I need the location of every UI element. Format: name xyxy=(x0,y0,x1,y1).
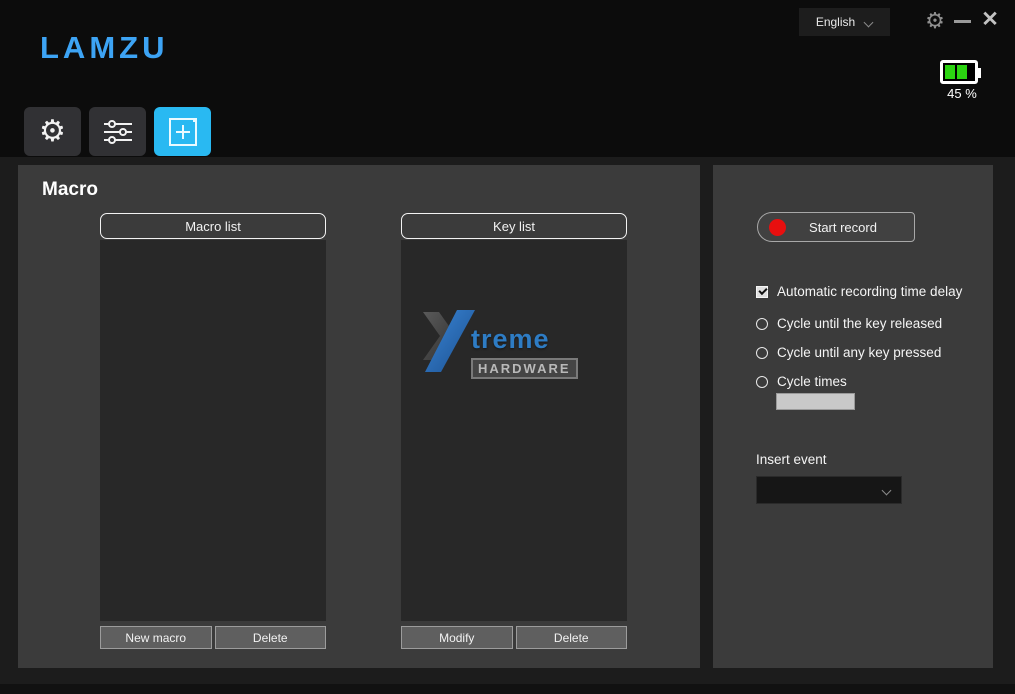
macro-list-column: Macro list New macro Delete xyxy=(100,213,326,649)
titlebar: LAMZU English ⚙ ✕ 45 % ⚙ xyxy=(0,0,1015,157)
sliders-icon xyxy=(103,118,133,146)
cycle-times-input[interactable] xyxy=(776,393,855,410)
macro-list[interactable] xyxy=(100,240,326,621)
tab-performance[interactable] xyxy=(89,107,146,156)
tab-macro[interactable] xyxy=(154,107,211,156)
content-area: Macro Macro list New macro Delete Key li… xyxy=(0,157,1015,684)
key-list-header: Key list xyxy=(401,213,627,239)
macro-list-header: Macro list xyxy=(100,213,326,239)
record-dot-icon xyxy=(769,219,786,236)
gear-icon[interactable]: ⚙ xyxy=(922,6,948,36)
delete-key-button[interactable]: Delete xyxy=(516,626,628,649)
radio-icon xyxy=(756,318,768,330)
page-title: Macro xyxy=(42,179,98,201)
radio-label: Cycle until the key released xyxy=(777,316,942,331)
tab-settings[interactable]: ⚙ xyxy=(24,107,81,156)
auto-delay-checkbox[interactable]: Automatic recording time delay xyxy=(756,284,962,299)
chevron-down-icon xyxy=(865,18,873,26)
radio-cycle-until-released[interactable]: Cycle until the key released xyxy=(756,316,942,331)
footer-strip xyxy=(0,684,1015,694)
gear-icon: ⚙ xyxy=(39,117,66,147)
watermark-x-icon xyxy=(423,310,475,372)
macro-list-buttons: New macro Delete xyxy=(100,626,326,649)
chevron-down-icon xyxy=(883,486,891,494)
delete-macro-button[interactable]: Delete xyxy=(215,626,327,649)
start-record-button[interactable]: Start record xyxy=(757,212,915,242)
record-panel: Start record Automatic recording time de… xyxy=(713,165,993,668)
modify-key-button[interactable]: Modify xyxy=(401,626,513,649)
battery-percent: 45 % xyxy=(940,86,984,101)
language-select[interactable]: English xyxy=(799,8,890,36)
watermark-treme-text: treme xyxy=(471,324,550,355)
close-icon[interactable]: ✕ xyxy=(978,6,1002,34)
key-list-buttons: Modify Delete xyxy=(401,626,627,649)
radio-label: Cycle until any key pressed xyxy=(777,345,941,360)
auto-delay-label: Automatic recording time delay xyxy=(777,284,962,299)
start-record-label: Start record xyxy=(786,220,914,235)
new-macro-button[interactable]: New macro xyxy=(100,626,212,649)
battery-icon xyxy=(940,60,978,84)
radio-cycle-times[interactable]: Cycle times xyxy=(756,374,847,389)
battery-indicator: 45 % xyxy=(940,60,990,101)
key-list[interactable]: treme HARDWARE xyxy=(401,240,627,621)
radio-label: Cycle times xyxy=(777,374,847,389)
language-label: English xyxy=(816,15,855,29)
plus-square-icon xyxy=(168,117,198,147)
minimize-icon[interactable] xyxy=(953,10,973,32)
battery-cell xyxy=(945,65,955,79)
radio-cycle-until-pressed[interactable]: Cycle until any key pressed xyxy=(756,345,941,360)
key-list-column: Key list xyxy=(401,213,627,649)
battery-cell xyxy=(957,65,967,79)
xtreme-hardware-watermark: treme HARDWARE xyxy=(423,310,603,400)
lamzu-logo: LAMZU xyxy=(40,30,168,66)
checkbox-checked-icon xyxy=(756,286,768,298)
radio-icon xyxy=(756,376,768,388)
tab-bar: ⚙ xyxy=(24,107,211,156)
insert-event-dropdown[interactable] xyxy=(756,476,902,504)
watermark-hardware-text: HARDWARE xyxy=(471,358,578,379)
radio-icon xyxy=(756,347,768,359)
macro-panel: Macro Macro list New macro Delete Key li… xyxy=(18,165,700,668)
insert-event-label: Insert event xyxy=(756,452,827,467)
